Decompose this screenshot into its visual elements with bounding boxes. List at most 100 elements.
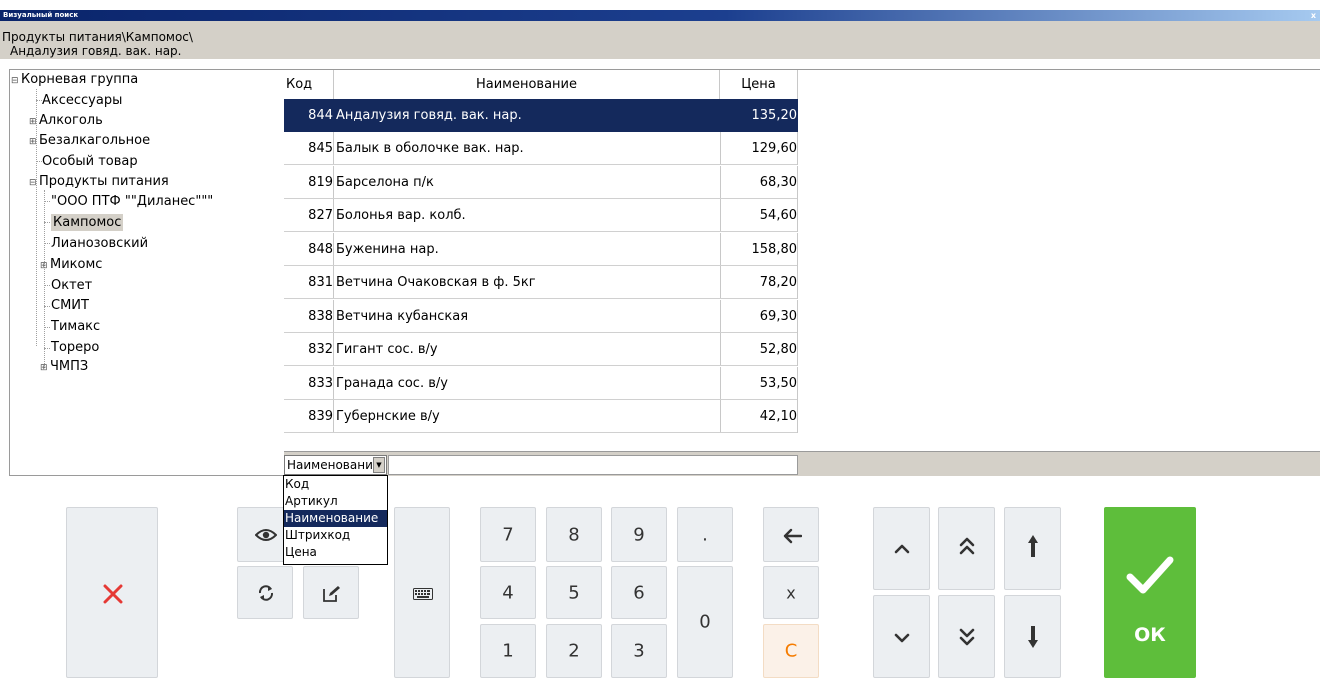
- cell-code: 838: [284, 300, 334, 333]
- page-up-button[interactable]: [938, 507, 995, 590]
- window-title: Визуальный поиск: [3, 11, 79, 19]
- search-field-dropdown[interactable]: Код Артикул Наименование Штрихкод Цена: [283, 475, 388, 565]
- tree-item[interactable]: Октет: [51, 276, 92, 295]
- refresh-icon: [258, 585, 274, 601]
- arrow-down-icon: [1028, 626, 1038, 648]
- backspace-button[interactable]: [763, 507, 819, 562]
- collapse-icon[interactable]: ⊟: [29, 174, 37, 193]
- tree-item[interactable]: "ООО ПТФ ""Диланес""": [51, 192, 213, 211]
- cell-name: Болонья вар. колб.: [334, 199, 721, 232]
- dropdown-arrow-icon[interactable]: ▼: [373, 457, 385, 473]
- table-row[interactable]: 827 Болонья вар. колб. 54,60: [284, 199, 798, 232]
- key-1[interactable]: 1: [480, 624, 536, 678]
- search-field-select[interactable]: Наименование ▼: [284, 455, 387, 475]
- window-close-button[interactable]: x: [1311, 10, 1316, 21]
- table-row[interactable]: 848 Буженина нар. 158,80: [284, 233, 798, 266]
- key-9[interactable]: 9: [611, 507, 667, 562]
- ok-button[interactable]: ОК: [1104, 507, 1196, 678]
- first-button[interactable]: [1004, 507, 1061, 590]
- option-name[interactable]: Наименование: [284, 510, 387, 527]
- expand-icon[interactable]: ⊞: [40, 257, 48, 276]
- cell-name: Гранада сос. в/у: [334, 367, 721, 400]
- collapse-icon[interactable]: ⊟: [11, 72, 19, 91]
- cancel-button[interactable]: [66, 507, 158, 678]
- ok-label: ОК: [1134, 624, 1166, 646]
- tree-connector: [44, 306, 50, 307]
- table-row[interactable]: 832 Гигант сос. в/у 52,80: [284, 333, 798, 366]
- products-grid[interactable]: Код Наименование Цена 844 Андалузия говя…: [284, 69, 1320, 452]
- keyboard-button[interactable]: [394, 507, 450, 678]
- line-up-button[interactable]: [873, 507, 930, 590]
- key-2[interactable]: 2: [546, 624, 602, 678]
- clear-button[interactable]: C: [763, 624, 819, 678]
- key-7[interactable]: 7: [480, 507, 536, 562]
- option-price[interactable]: Цена: [284, 544, 387, 561]
- key-dot[interactable]: .: [677, 507, 733, 562]
- cell-code: 827: [284, 199, 334, 232]
- last-button[interactable]: [1004, 595, 1061, 678]
- edit-button[interactable]: [303, 566, 359, 619]
- key-0[interactable]: 0: [677, 566, 733, 678]
- refresh-button[interactable]: [237, 566, 293, 619]
- group-tree[interactable]: ⊟ Корневая группа Аксессуары ⊞ Алкоголь ⊞ Б…: [9, 69, 285, 476]
- expand-icon[interactable]: ⊞: [29, 133, 37, 152]
- table-row[interactable]: 819 Барселона п/к 68,30: [284, 166, 798, 199]
- tree-connector: [44, 348, 50, 349]
- column-header-name[interactable]: Наименование: [334, 70, 720, 100]
- tree-item[interactable]: Аксессуары: [42, 91, 122, 110]
- cell-price: 69,30: [720, 300, 798, 333]
- table-row[interactable]: 839 Губернские в/у 42,10: [284, 400, 798, 433]
- multiply-button[interactable]: x: [763, 566, 819, 619]
- cell-price: 135,20: [720, 99, 798, 132]
- cell-name: Буженина нар.: [334, 233, 721, 266]
- tree-connector: [44, 201, 50, 202]
- cell-name: Гигант сос. в/у: [334, 333, 721, 366]
- option-barcode[interactable]: Штрихкод: [284, 527, 387, 544]
- tree-item[interactable]: Тимакс: [51, 317, 100, 336]
- window-titlebar: Визуальный поиск x: [0, 10, 1320, 21]
- table-row[interactable]: 833 Гранада сос. в/у 53,50: [284, 367, 798, 400]
- tree-item-selected[interactable]: Кампомос: [51, 213, 124, 232]
- expand-icon[interactable]: ⊞: [29, 113, 37, 132]
- cell-code: 848: [284, 233, 334, 266]
- tree-item[interactable]: Особый товар: [42, 152, 138, 171]
- tree-item[interactable]: ⊞ Безалкагольное: [29, 131, 150, 150]
- table-row[interactable]: 838 Ветчина кубанская 69,30: [284, 300, 798, 333]
- cell-name: Андалузия говяд. вак. нар.: [334, 99, 721, 132]
- option-code[interactable]: Код: [284, 476, 387, 493]
- tree-item[interactable]: Лианозовский: [51, 234, 148, 253]
- cell-price: 53,50: [720, 367, 798, 400]
- expand-icon[interactable]: ⊞: [40, 359, 48, 378]
- edit-icon: [323, 586, 340, 602]
- table-row-selected[interactable]: 844 Андалузия говяд. вак. нар. 135,20: [284, 99, 798, 132]
- search-input[interactable]: [388, 455, 798, 475]
- table-row[interactable]: 845 Балык в оболочке вак. нар. 129,60: [284, 132, 798, 165]
- cell-code: 833: [284, 367, 334, 400]
- close-icon: [103, 584, 123, 604]
- tree-item-root[interactable]: ⊟ Корневая группа: [11, 70, 138, 89]
- keyboard-icon: [413, 588, 433, 600]
- line-down-button[interactable]: [873, 595, 930, 678]
- tree-item[interactable]: ⊞ Алкоголь: [29, 111, 103, 130]
- tree-item[interactable]: ⊞ Микомс: [40, 255, 102, 274]
- option-article[interactable]: Артикул: [284, 493, 387, 510]
- key-8[interactable]: 8: [546, 507, 602, 562]
- key-3[interactable]: 3: [611, 624, 667, 678]
- cell-price: 54,60: [720, 199, 798, 232]
- tree-item[interactable]: Тореро: [51, 338, 99, 357]
- tree-item[interactable]: ⊟ Продукты питания: [29, 172, 169, 191]
- tree-item[interactable]: ⊞ ЧМПЗ: [40, 357, 88, 376]
- key-5[interactable]: 5: [546, 566, 602, 619]
- tree-connector: [44, 190, 45, 368]
- path-group: Продукты питания\Кампомос\: [2, 30, 193, 44]
- column-header-code[interactable]: Код: [284, 70, 334, 100]
- table-row[interactable]: 831 Ветчина Очаковская в ф. 5кг 78,20: [284, 266, 798, 299]
- double-chevron-up-icon: [959, 537, 975, 555]
- cell-name: Ветчина кубанская: [334, 300, 721, 333]
- key-4[interactable]: 4: [480, 566, 536, 619]
- tree-item[interactable]: СМИТ: [51, 296, 89, 315]
- key-6[interactable]: 6: [611, 566, 667, 619]
- cell-name: Барселона п/к: [334, 166, 721, 199]
- page-down-button[interactable]: [938, 595, 995, 678]
- column-header-price[interactable]: Цена: [720, 70, 798, 100]
